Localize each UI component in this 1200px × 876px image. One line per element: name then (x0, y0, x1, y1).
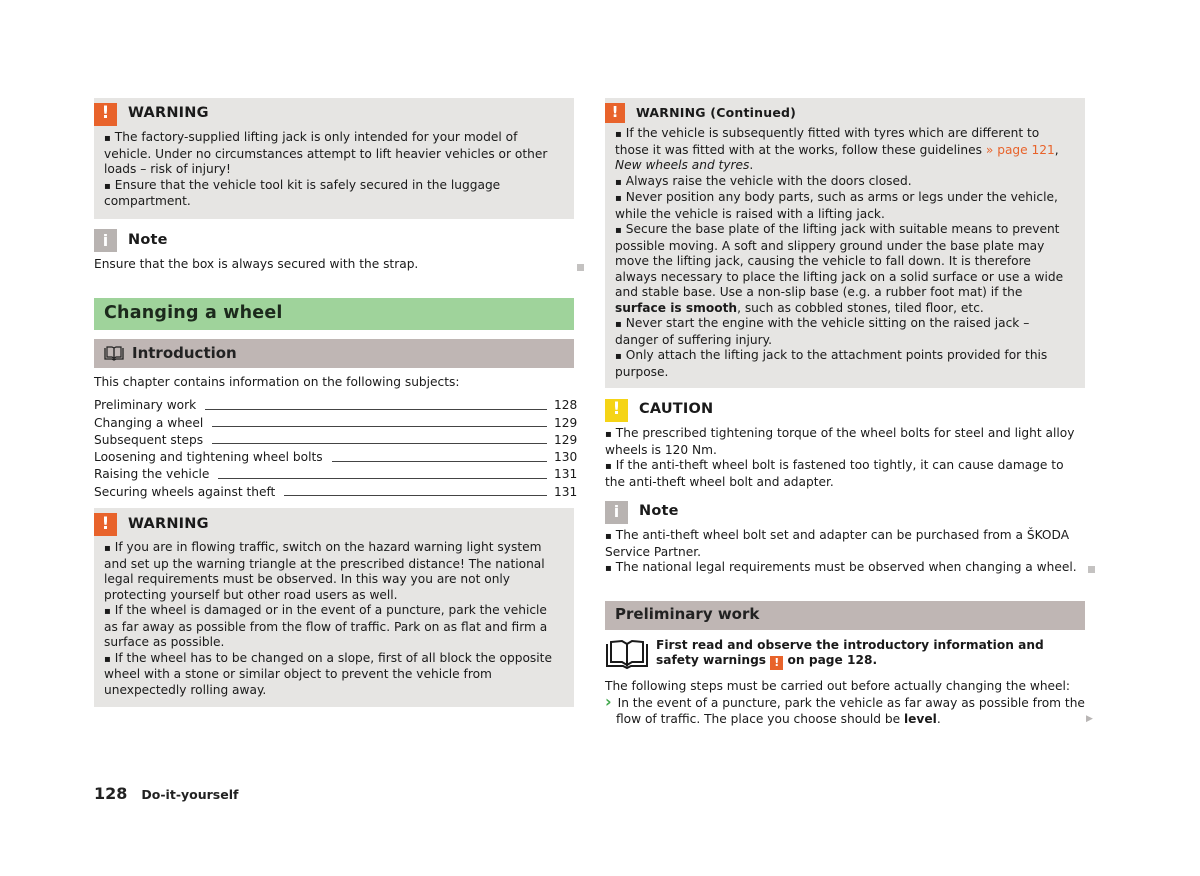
warning-box-traffic: ! WARNING If you are in flowing traffic,… (94, 508, 574, 708)
warning-text: , such as cobbled stones, tiled floor, e… (737, 300, 984, 315)
caution-title: CAUTION (639, 401, 714, 418)
info-icon: i (94, 229, 117, 252)
introduction-header: Introduction (94, 339, 574, 368)
book-icon (606, 639, 648, 669)
step-item: In the event of a puncture, park the veh… (605, 694, 1093, 727)
warning-item: The factory-supplied lifting jack is onl… (104, 130, 564, 178)
info-icon: i (605, 500, 628, 524)
toc-page: 131 (554, 467, 578, 482)
right-column: ! WARNING (Continued) If the vehicle is … (605, 98, 1095, 727)
note-box-anti-theft: i Note The anti-theft wheel bolt set and… (605, 500, 1095, 577)
exclamation-icon: ! (94, 512, 117, 536)
toc-label: Changing a wheel (94, 415, 204, 430)
warning-text: If the vehicle is subsequently fitted wi… (615, 126, 1040, 157)
warning-header: ! WARNING (94, 102, 564, 126)
note-item: The national legal requirements must be … (605, 560, 1085, 577)
warning-item: If the wheel has to be changed on a slop… (104, 651, 564, 699)
emphasis: level (903, 711, 937, 726)
toc-leader (205, 408, 547, 410)
preliminary-work-header: Preliminary work (605, 600, 1085, 630)
toc-label: Raising the vehicle (94, 467, 210, 482)
warning-item: Never position any body parts, such as a… (615, 190, 1075, 222)
section-end-marker (1088, 565, 1095, 573)
toc-page: 129 (554, 415, 578, 430)
note-box-strap: i Note Ensure that the box is always sec… (94, 229, 584, 273)
warning-continued-box: ! WARNING (Continued) If the vehicle is … (605, 98, 1085, 388)
preliminary-work-title: Preliminary work (615, 605, 760, 624)
warning-title: WARNING (128, 515, 209, 532)
book-icon (104, 346, 124, 361)
toc-row[interactable]: Raising the vehicle 131 (94, 466, 578, 483)
table-of-contents: Preliminary work 128 Changing a wheel 12… (94, 397, 578, 501)
caution-item: If the anti-theft wheel bolt is fastened… (605, 458, 1085, 490)
toc-page: 129 (554, 432, 578, 447)
exclamation-icon[interactable]: ! (770, 655, 784, 670)
separator: , (1054, 142, 1059, 157)
warning-item: Always raise the vehicle with the doors … (615, 174, 1075, 191)
page-link[interactable]: » page 121 (986, 143, 1055, 157)
exclamation-icon: ! (605, 398, 628, 422)
note-header: i Note (605, 500, 1085, 524)
warning-item: If the vehicle is subsequently fitted wi… (615, 126, 1075, 174)
step-text: . (936, 711, 941, 726)
step-text: In the event of a puncture, park the veh… (616, 696, 1085, 726)
reference-title: New wheels and tyres (615, 158, 750, 172)
introduction-title: Introduction (132, 343, 237, 362)
chapter-title: Do-it-yourself (141, 787, 239, 802)
page-number: 128 (94, 784, 128, 803)
section-end-marker (577, 263, 584, 271)
prelim-lead: The following steps must be carried out … (605, 678, 1071, 693)
warning-item: If you are in flowing traffic, switch on… (104, 540, 564, 603)
toc-page: 128 (554, 398, 578, 413)
caution-box: ! CAUTION The prescribed tightening torq… (605, 398, 1085, 490)
toc-row[interactable]: Preliminary work 128 (94, 397, 578, 414)
toc-page: 130 (554, 450, 578, 465)
warning-item: Only attach the lifting jack to the atta… (615, 348, 1075, 380)
step-arrow-icon (605, 696, 618, 710)
warning-item: Secure the base plate of the lifting jac… (615, 222, 1075, 316)
section-title: Changing a wheel (94, 298, 574, 330)
warning-item: Ensure that the vehicle tool kit is safe… (104, 178, 564, 210)
toc-label: Securing wheels against theft (94, 484, 276, 499)
warning-header: ! WARNING (94, 512, 564, 536)
warning-item: If the wheel is damaged or in the event … (104, 603, 564, 651)
toc-row[interactable]: Loosening and tightening wheel bolts 130 (94, 448, 578, 465)
toc-row[interactable]: Subsequent steps 129 (94, 431, 578, 448)
warning-item: Never start the engine with the vehicle … (615, 316, 1075, 348)
warning-title: WARNING (Continued) (636, 105, 797, 121)
toc-leader (212, 426, 547, 428)
reference-block: First read and observe the introductory … (605, 638, 1085, 670)
toc-leader (331, 460, 547, 462)
reference-text: First read and observe the introductory … (656, 638, 1085, 670)
intro-lead: This chapter contains information on the… (94, 375, 460, 389)
caution-item: The prescribed tightening torque of the … (605, 426, 1085, 458)
toc-leader (218, 477, 547, 479)
warning-text: . (749, 158, 754, 172)
toc-leader (212, 443, 547, 445)
toc-label: Preliminary work (94, 398, 197, 413)
left-column: ! WARNING The factory-supplied lifting j… (94, 98, 584, 708)
exclamation-icon: ! (94, 102, 117, 126)
toc-label: Subsequent steps (94, 432, 204, 447)
caution-header: ! CAUTION (605, 398, 1085, 422)
toc-row[interactable]: Securing wheels against theft 131 (94, 483, 578, 500)
toc-row[interactable]: Changing a wheel 129 (94, 414, 578, 431)
warning-box-lifting-jack: ! WARNING The factory-supplied lifting j… (94, 98, 574, 219)
page-footer: 128 Do-it-yourself (94, 786, 238, 803)
toc-page: 131 (554, 484, 578, 499)
exclamation-icon: ! (605, 103, 625, 123)
note-title: Note (639, 503, 679, 520)
warning-text: Secure the base plate of the lifting jac… (615, 222, 1064, 299)
warning-header: ! WARNING (Continued) (605, 102, 1075, 124)
emphasis: surface is smooth (615, 300, 738, 315)
note-header: i Note (94, 229, 574, 253)
note-item: The anti-theft wheel bolt set and adapte… (605, 528, 1085, 560)
toc-label: Loosening and tightening wheel bolts (94, 450, 323, 465)
toc-leader (284, 495, 547, 497)
warning-title: WARNING (128, 105, 209, 122)
note-text: Ensure that the box is always secured wi… (94, 256, 419, 271)
note-title: Note (128, 231, 168, 248)
reference-text-end: on page 128. (783, 653, 878, 667)
